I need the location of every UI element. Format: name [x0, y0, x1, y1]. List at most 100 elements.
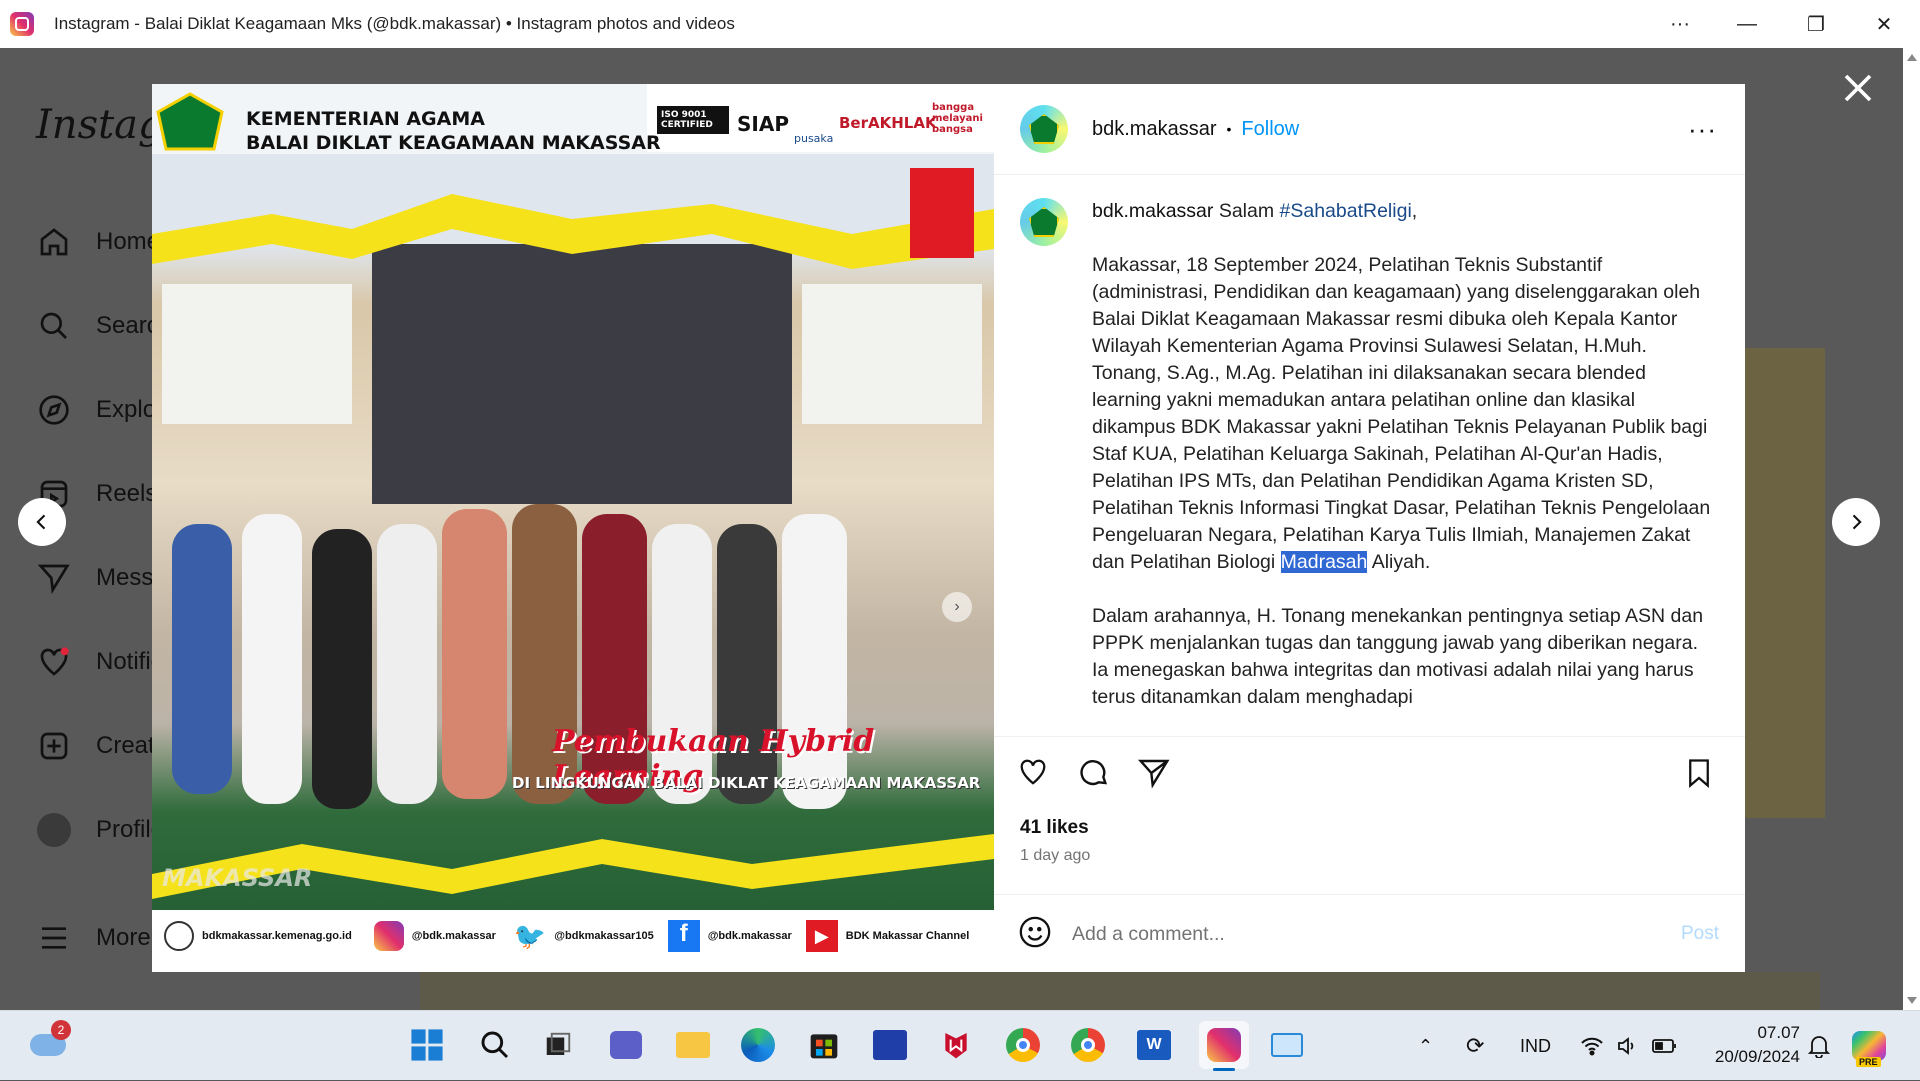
- page-scrollbar[interactable]: [1903, 48, 1920, 1010]
- close-window-button[interactable]: ✕: [1854, 0, 1914, 48]
- more-options-button[interactable]: ···: [1650, 0, 1710, 48]
- avatar[interactable]: [1020, 105, 1068, 153]
- weather-widget-icon[interactable]: 2: [27, 1020, 71, 1066]
- plus-square-icon: [36, 728, 72, 764]
- notifications-bell-icon[interactable]: [1808, 1011, 1830, 1081]
- comment-input[interactable]: [1072, 922, 1632, 946]
- sidebar-item-label: Reels: [96, 480, 158, 507]
- minimize-button[interactable]: —: [1717, 0, 1777, 48]
- image-watermark: MAKASSAR: [162, 864, 313, 892]
- caption-username[interactable]: bdk.makassar: [1092, 200, 1213, 222]
- notification-badge: 2: [51, 1020, 71, 1040]
- avatar-icon: [36, 812, 72, 848]
- image-social-bar: bdkmakassar.kemenag.go.id @bdk.makassar …: [164, 920, 994, 952]
- caption-paragraph: Makassar, 18 September 2024, Pelatihan T…: [1092, 254, 1711, 573]
- chrome-profile-icon[interactable]: [1067, 1024, 1109, 1066]
- social-website: bdkmakassar.kemenag.go.id: [202, 930, 352, 942]
- facebook-icon: f: [667, 920, 700, 952]
- pusaka-logo: pusaka: [794, 132, 834, 145]
- emoji-icon[interactable]: [1018, 915, 1052, 954]
- instagram-taskbar-icon[interactable]: [1199, 1021, 1249, 1071]
- avatar[interactable]: [1020, 198, 1068, 246]
- comment-bar: Post: [994, 894, 1745, 973]
- title-bar: Instagram - Balai Diklat Keagamaan Mks (…: [0, 0, 1920, 48]
- post-comment-button[interactable]: Post: [1681, 923, 1719, 945]
- photo-graphics: [152, 84, 994, 972]
- task-view-icon[interactable]: [537, 1024, 579, 1066]
- word-icon[interactable]: W: [1133, 1024, 1175, 1066]
- sidebar-item-label: Home: [96, 228, 161, 255]
- sidebar-item-profile[interactable]: Profile: [36, 812, 164, 848]
- likes-count[interactable]: 41 likes: [1020, 817, 1089, 839]
- edge-icon[interactable]: [737, 1024, 779, 1066]
- mcafee-icon[interactable]: [935, 1024, 977, 1066]
- background-post: [1745, 348, 1825, 818]
- store-icon[interactable]: [803, 1024, 845, 1066]
- copilot-icon[interactable]: PRE: [1852, 1011, 1886, 1081]
- show-hidden-icons-chevron-icon[interactable]: ⌃: [1418, 1011, 1433, 1081]
- bangga-melayani-logo: bangga melayani bangsa: [932, 102, 983, 135]
- follow-button[interactable]: Follow: [1241, 118, 1299, 141]
- file-explorer-icon[interactable]: [672, 1024, 714, 1066]
- image-subtitle: DI LINGKUNGAN BALAI DIKLAT KEAGAMAAN MAK…: [512, 774, 981, 792]
- caption-scroll-area[interactable]: bdk.makassar Salam #SahabatReligi, Makas…: [994, 176, 1745, 736]
- post-options-button[interactable]: ···: [1688, 114, 1717, 145]
- previous-post-button[interactable]: [18, 498, 66, 546]
- sync-icon[interactable]: ⟳: [1466, 1011, 1484, 1081]
- comment-bubble-icon[interactable]: [1078, 757, 1110, 794]
- sidebar-item-more[interactable]: More: [36, 920, 151, 956]
- close-modal-icon[interactable]: [1840, 70, 1876, 106]
- compass-icon: [36, 392, 72, 428]
- heart-icon: [36, 644, 72, 680]
- post-details-panel: bdk.makassar • Follow ··· bdk.makassar S…: [994, 84, 1745, 972]
- taskbar: 2 W ⌃ ⟳ IND 07.07 20/09/2024 PRE: [0, 1010, 1920, 1080]
- language-indicator[interactable]: IND: [1520, 1011, 1551, 1081]
- selected-text: Madrasah: [1280, 551, 1368, 573]
- carousel-next-icon[interactable]: ›: [942, 592, 972, 622]
- wifi-icon[interactable]: [1580, 1011, 1604, 1081]
- search-icon[interactable]: [474, 1024, 516, 1066]
- window-title: Instagram - Balai Diklat Keagamaan Mks (…: [54, 14, 735, 33]
- social-youtube: BDK Makassar Channel: [845, 930, 970, 942]
- post-actions: 41 likes 1 day ago Post: [994, 736, 1745, 976]
- post-image: KEMENTERIAN AGAMA BALAI DIKLAT KEAGAMAAN…: [152, 84, 994, 972]
- social-facebook: @bdk.makassar: [707, 930, 792, 942]
- next-post-button[interactable]: [1832, 498, 1880, 546]
- caption-text: bdk.makassar Salam #SahabatReligi, Makas…: [1092, 198, 1715, 736]
- clock-date: 20/09/2024: [1714, 1047, 1800, 1066]
- berakhlak-logo: BerAKHLAK: [839, 114, 937, 132]
- image-header-line1: KEMENTERIAN AGAMA: [246, 108, 485, 130]
- volume-icon[interactable]: [1616, 1011, 1640, 1081]
- restore-button[interactable]: ❐: [1786, 0, 1846, 48]
- app-2-icon[interactable]: [1266, 1024, 1308, 1066]
- image-header-line2: BALAI DIKLAT KEAGAMAAN MAKASSAR: [246, 132, 661, 154]
- twitter-icon: 🐦: [513, 920, 547, 951]
- menu-icon: [36, 920, 72, 956]
- caption-paragraph-end: Aliyah.: [1371, 551, 1431, 573]
- start-windows-icon[interactable]: [406, 1024, 448, 1066]
- teams-icon[interactable]: [605, 1024, 647, 1066]
- share-send-icon[interactable]: [1137, 757, 1170, 794]
- bookmark-icon[interactable]: [1684, 757, 1714, 794]
- social-twitter: @bdkmakassar105: [554, 930, 654, 942]
- siap-logo: SIAP: [737, 112, 789, 136]
- background-post: [420, 972, 1820, 1010]
- search-icon: [36, 308, 72, 344]
- caption-greeting: Salam: [1218, 200, 1275, 222]
- instagram-app-icon: [10, 12, 34, 36]
- separator-dot: •: [1226, 121, 1232, 137]
- iso-badge: ISO 9001 CERTIFIED: [657, 106, 729, 134]
- sidebar-item-create[interactable]: Create: [36, 728, 168, 764]
- app-icon[interactable]: [869, 1024, 911, 1066]
- like-heart-icon[interactable]: [1018, 757, 1048, 792]
- clock-time: 07.07: [1757, 1023, 1800, 1042]
- post-timestamp[interactable]: 1 day ago: [1020, 847, 1090, 865]
- sidebar-item-home[interactable]: Home: [36, 224, 160, 260]
- username-link[interactable]: bdk.makassar: [1092, 118, 1217, 141]
- youtube-icon: ▶: [805, 920, 838, 952]
- clock[interactable]: 07.07 20/09/2024: [1700, 1021, 1800, 1069]
- hashtag-link[interactable]: #SahabatReligi: [1280, 200, 1412, 222]
- battery-icon[interactable]: [1652, 1011, 1678, 1081]
- send-icon: [36, 560, 72, 596]
- chrome-icon[interactable]: [1002, 1024, 1044, 1066]
